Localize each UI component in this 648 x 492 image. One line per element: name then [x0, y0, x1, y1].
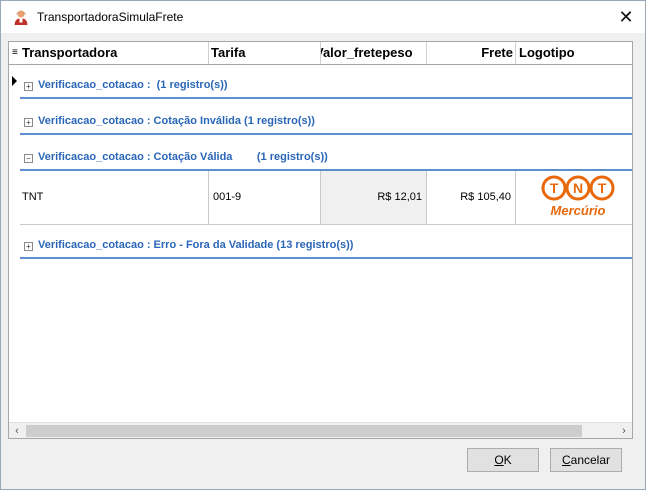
user-icon — [14, 10, 28, 25]
tnt-mercurio-logo: T N T Mercúrio — [541, 175, 615, 218]
group-row-cotacao-valida[interactable]: − Verificacao_cotacao : Cotação Válida (… — [20, 137, 632, 171]
expand-icon[interactable]: + — [24, 82, 33, 91]
current-row-indicator-icon — [12, 76, 17, 86]
scroll-right-icon[interactable]: › — [616, 423, 632, 438]
cancel-mnemonic: C — [561, 453, 571, 467]
group-label: Verificacao_cotacao : Erro - Fora da Val… — [38, 239, 354, 251]
group-row-fora-da-validade[interactable]: + Verificacao_cotacao : Erro - Fora da V… — [20, 225, 632, 259]
ok-mnemonic: O — [494, 453, 504, 467]
ok-button[interactable]: OK — [467, 448, 539, 472]
cancel-button[interactable]: Cancelar — [550, 448, 622, 472]
close-button[interactable]: ✕ — [613, 5, 639, 29]
group-row-sem-status[interactable]: + Verificacao_cotacao : (1 registro(s)) — [20, 65, 632, 99]
group-label: Verificacao_cotacao : (1 registro(s)) — [38, 79, 228, 91]
ok-label-rest: K — [503, 453, 512, 467]
cell-logotipo[interactable]: T N T Mercúrio — [516, 171, 632, 224]
cell-frete[interactable]: R$ 105,40 — [427, 171, 516, 224]
collapse-icon[interactable]: − — [24, 154, 33, 163]
group-label: Verificacao_cotacao : Cotação Válida (1 … — [38, 151, 328, 163]
logo-subtext: Mercúrio — [551, 203, 606, 218]
data-grid[interactable]: ≡ Transportadora Tarifa Valor_fretepeso … — [8, 41, 633, 439]
cell-tarifa[interactable]: 001-9 — [209, 171, 321, 224]
window-title: TransportadoraSimulaFrete — [37, 10, 184, 24]
cancel-label-rest: ancelar — [570, 453, 611, 467]
column-header-logotipo[interactable]: Logotipo — [516, 42, 632, 64]
table-row[interactable]: TNT 001-9 R$ 12,01 R$ 105,40 T N T Mercú… — [20, 171, 632, 225]
column-chooser-icon[interactable]: ≡ — [12, 47, 18, 58]
logo-letter-n: N — [573, 180, 583, 196]
row-indicator-column — [9, 65, 20, 261]
horizontal-scrollbar[interactable]: ‹ › — [9, 422, 632, 438]
column-header-tarifa[interactable]: Tarifa — [209, 42, 321, 64]
expand-icon[interactable]: + — [24, 118, 33, 127]
column-header-transportadora[interactable]: Transportadora — [22, 42, 209, 64]
title-bar: TransportadoraSimulaFrete ✕ — [1, 1, 645, 33]
column-header-frete[interactable]: Frete — [427, 42, 516, 64]
grid-header: ≡ Transportadora Tarifa Valor_fretepeso … — [9, 42, 632, 65]
scrollbar-thumb[interactable] — [26, 425, 582, 437]
expand-icon[interactable]: + — [24, 242, 33, 251]
group-label: Verificacao_cotacao : Cotação Inválida (… — [38, 115, 315, 127]
group-row-cotacao-invalida[interactable]: + Verificacao_cotacao : Cotação Inválida… — [20, 101, 632, 135]
scroll-left-icon[interactable]: ‹ — [9, 423, 25, 438]
dialog-window: TransportadoraSimulaFrete ✕ ≡ Transporta… — [0, 0, 646, 490]
cell-valor-fretepeso[interactable]: R$ 12,01 — [321, 171, 427, 224]
logo-letter-t1: T — [550, 180, 559, 196]
column-header-valor-fretepeso[interactable]: Valor_fretepeso — [321, 42, 427, 64]
logo-letter-t2: T — [598, 180, 607, 196]
cell-transportadora[interactable]: TNT — [20, 171, 209, 224]
